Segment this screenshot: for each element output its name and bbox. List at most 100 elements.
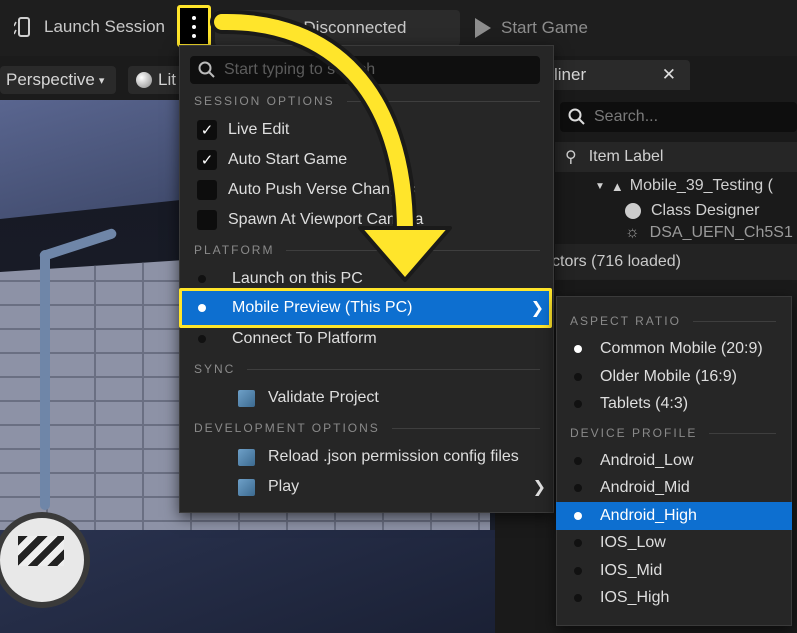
clapperboard-icon <box>18 536 64 566</box>
menu-item-label: Auto Start Game <box>228 151 348 168</box>
device-ios-low-option[interactable]: IOS_Low <box>570 531 666 555</box>
aspect-common-mobile-option[interactable]: Common Mobile (20:9) <box>570 337 763 361</box>
list-item[interactable]: Class Designer <box>555 199 797 223</box>
radio-dot <box>198 275 206 283</box>
start-game-button[interactable]: Start Game <box>475 10 588 46</box>
section-header-aspect-ratio: ASPECT RATIO <box>570 312 776 330</box>
radio-dot-selected <box>574 512 582 520</box>
launch-session-button[interactable]: Launch Session <box>14 9 165 45</box>
tab-outliner[interactable]: liner ✕ <box>550 60 690 90</box>
section-header-platform: PLATFORM <box>194 241 540 259</box>
menu-search-input[interactable]: Start typing to search <box>190 56 540 84</box>
submenu-item-label: Android_Mid <box>600 479 690 496</box>
scene-pipe <box>40 250 50 510</box>
menu-item-label: Mobile Preview (This PC) <box>232 299 413 316</box>
radio-dot-selected <box>574 345 582 353</box>
radio-dot <box>574 400 582 408</box>
search-icon <box>568 108 585 125</box>
radio-dot <box>574 567 582 575</box>
section-label: DEVELOPMENT OPTIONS <box>194 421 380 435</box>
menu-item-label: Play <box>268 478 300 495</box>
actors-count-label: ctors (716 loaded) <box>552 253 681 270</box>
more-options-button[interactable] <box>177 5 211 47</box>
menu-item-label: Auto Push Verse Changes <box>228 181 416 198</box>
menu-item-label: Spawn At Viewport Camera <box>228 211 424 228</box>
section-label: ASPECT RATIO <box>570 314 681 328</box>
radio-dot <box>574 594 582 602</box>
light-icon: ☼ <box>625 224 640 241</box>
section-header-development-options: DEVELOPMENT OPTIONS <box>194 419 540 437</box>
checkbox[interactable] <box>197 180 217 200</box>
menu-item-label: Validate Project <box>268 389 379 406</box>
radio-dot <box>198 335 206 343</box>
outliner-search-input[interactable]: Search... <box>560 102 797 132</box>
device-android-low-option[interactable]: Android_Low <box>570 449 693 473</box>
radio-dot-selected <box>198 304 206 312</box>
launch-session-label: Launch Session <box>44 17 165 36</box>
list-item[interactable]: ☼ DSA_UEFN_Ch5S1 <box>555 224 797 242</box>
submenu-item-label: Android_High <box>600 507 697 524</box>
menu-item-label: Live Edit <box>228 121 290 138</box>
device-android-mid-option[interactable]: Android_Mid <box>570 476 690 500</box>
live-edit-toggle[interactable]: ✓ Live Edit <box>197 118 289 142</box>
auto-start-game-toggle[interactable]: ✓ Auto Start Game <box>197 148 347 172</box>
menu-item-label: Launch on this PC <box>232 270 363 287</box>
mobile-preview-option[interactable]: Mobile Preview (This PC) ❯ <box>194 296 548 320</box>
play-menu-icon <box>238 478 255 496</box>
divider <box>692 320 776 322</box>
start-game-label: Start Game <box>501 18 588 37</box>
checkbox[interactable] <box>197 210 217 230</box>
list-item[interactable]: ▼ ▲ Mobile_39_Testing ( <box>555 174 797 198</box>
kebab-dot <box>192 34 196 38</box>
perspective-dropdown[interactable]: Perspective ▾ <box>0 66 116 94</box>
checkmark-icon[interactable]: ✓ <box>197 150 217 170</box>
aspect-tablets-option[interactable]: Tablets (4:3) <box>570 392 688 416</box>
connect-to-platform-option[interactable]: Connect To Platform <box>194 327 377 351</box>
section-header-sync: SYNC <box>194 360 540 378</box>
session-status-pill: ssion Disconnected <box>215 10 460 46</box>
device-android-high-option[interactable]: Android_High <box>570 504 697 528</box>
reload-icon <box>238 448 255 466</box>
radio-dot <box>574 484 582 492</box>
outliner-column-header[interactable]: ⚲ Item Label <box>555 142 797 172</box>
submenu-item-label: Common Mobile (20:9) <box>600 340 763 357</box>
menu-search-placeholder: Start typing to search <box>224 61 376 78</box>
chevron-right-icon: ❯ <box>530 300 544 317</box>
section-header-session-options: SESSION OPTIONS <box>194 92 540 110</box>
spawn-at-viewport-toggle[interactable]: Spawn At Viewport Camera <box>197 208 423 232</box>
submenu-item-label: Older Mobile (16:9) <box>600 368 737 385</box>
menu-item-label: Connect To Platform <box>232 330 377 347</box>
aspect-older-mobile-option[interactable]: Older Mobile (16:9) <box>570 365 737 389</box>
reload-json-permission-item[interactable]: Reload .json permission config files <box>238 445 519 469</box>
device-ios-mid-option[interactable]: IOS_Mid <box>570 559 662 583</box>
validate-project-item[interactable]: Validate Project <box>238 386 379 410</box>
kebab-dot <box>192 25 196 29</box>
divider <box>709 432 776 434</box>
level-icon: ▲ <box>610 178 624 194</box>
scene-pipe-bend <box>38 227 118 262</box>
chevron-down-icon: ▾ <box>98 74 105 87</box>
submenu-item-label: IOS_Low <box>600 534 666 551</box>
phone-icon <box>14 17 30 37</box>
outliner-row-label: Mobile_39_Testing ( <box>629 177 773 194</box>
radio-dot <box>574 457 582 465</box>
divider <box>286 249 540 251</box>
submenu-item-label: IOS_Mid <box>600 562 663 579</box>
outliner-row-label: DSA_UEFN_Ch5S1 <box>649 224 793 241</box>
divider <box>391 427 540 429</box>
auto-push-verse-toggle[interactable]: Auto Push Verse Changes <box>197 178 416 202</box>
section-header-device-profile: DEVICE PROFILE <box>570 424 776 442</box>
section-label: SYNC <box>194 362 236 376</box>
item-label-header: Item Label <box>588 148 664 165</box>
device-ios-high-option[interactable]: IOS_High <box>570 586 669 610</box>
lit-label: Lit <box>158 70 176 89</box>
submenu-item-label: Android_Low <box>600 452 694 469</box>
radio-dot <box>574 539 582 547</box>
lit-sphere-icon <box>136 72 152 88</box>
checkmark-icon[interactable]: ✓ <box>197 120 217 140</box>
close-icon[interactable]: ✕ <box>662 65 676 85</box>
play-submenu-item[interactable]: Play ❯ <box>238 475 546 499</box>
chevron-down-icon: ▼ <box>595 180 605 192</box>
section-label: DEVICE PROFILE <box>570 426 698 440</box>
kebab-icon <box>192 16 196 20</box>
